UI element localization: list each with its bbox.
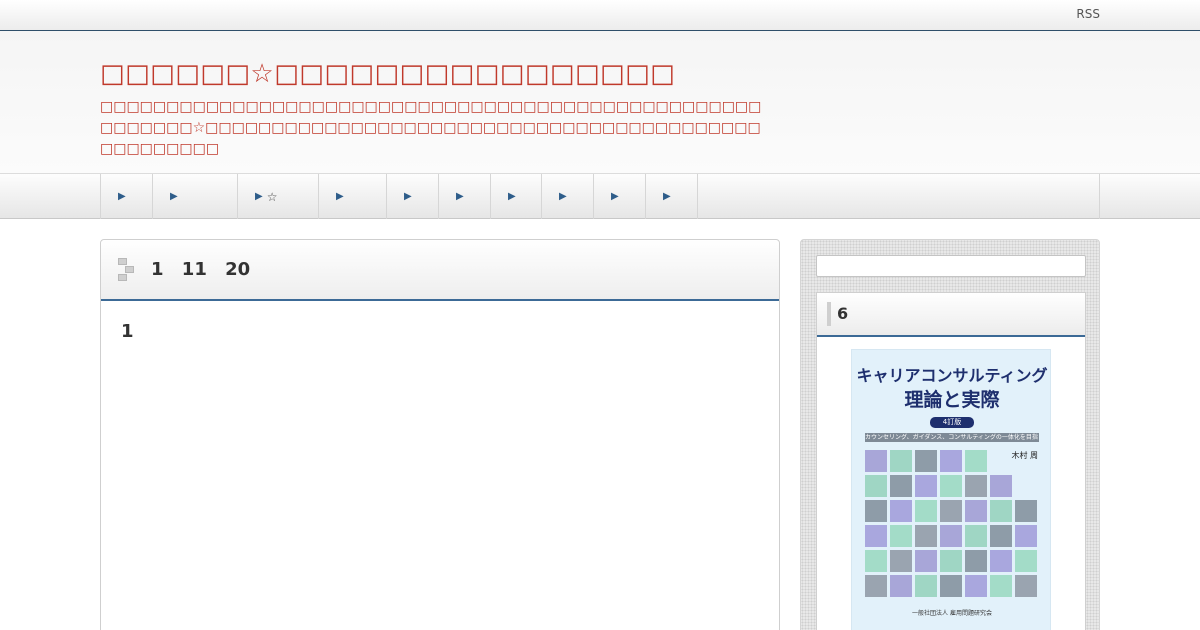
nav-item-1[interactable]: ▶ bbox=[101, 174, 153, 219]
cover-tile bbox=[915, 575, 937, 597]
post-body: 1 bbox=[101, 301, 779, 362]
cover-tile bbox=[965, 500, 987, 522]
book-title: キャリアコンサルティング 理論と実際 bbox=[852, 364, 1052, 412]
cover-tile bbox=[915, 525, 937, 547]
cover-tile bbox=[965, 525, 987, 547]
nav-divider bbox=[1099, 174, 1100, 219]
search-input[interactable] bbox=[816, 255, 1086, 277]
nav-menu: ▶ ▶ ▶ ☆ ▶ ▶ ▶ ▶ ▶ ▶ ▶ bbox=[100, 174, 698, 219]
nav-arrow-icon: ▶ bbox=[336, 191, 344, 202]
cover-tile bbox=[940, 500, 962, 522]
cover-tile bbox=[965, 550, 987, 572]
nav-arrow-icon: ▶ bbox=[456, 191, 464, 202]
cover-tile bbox=[915, 550, 937, 572]
post-header: 1 11 20 bbox=[101, 240, 779, 301]
nav-item-9[interactable]: ▶ bbox=[594, 174, 646, 219]
post-icon bbox=[117, 258, 135, 282]
sidebar: 6 キャリアコンサルティング 理論と実際 4訂版 カウンセリング、ガイダンス、コ… bbox=[800, 239, 1100, 630]
cover-tile bbox=[915, 475, 937, 497]
cover-tile bbox=[965, 450, 987, 472]
widget-header: 6 bbox=[817, 293, 1085, 337]
nav-arrow-icon: ▶ bbox=[118, 191, 126, 202]
nav-item-2[interactable]: ▶ bbox=[153, 174, 238, 219]
cover-tile bbox=[940, 575, 962, 597]
post-heading: 1 bbox=[121, 321, 134, 342]
cover-tile bbox=[940, 450, 962, 472]
cover-tile bbox=[915, 450, 937, 472]
book-cover-pattern bbox=[865, 450, 1041, 600]
widget-title: 6 bbox=[837, 304, 849, 323]
cover-tile bbox=[890, 575, 912, 597]
nav-item-6[interactable]: ▶ bbox=[439, 174, 491, 219]
cover-tile bbox=[1015, 550, 1037, 572]
cover-tile bbox=[940, 525, 962, 547]
cover-tile bbox=[990, 525, 1012, 547]
cover-tile bbox=[1015, 500, 1037, 522]
cover-tile bbox=[865, 575, 887, 597]
nav-arrow-icon: ▶ bbox=[508, 191, 516, 202]
cover-tile bbox=[890, 450, 912, 472]
cover-tile bbox=[865, 525, 887, 547]
cover-tile bbox=[865, 500, 887, 522]
cover-tile bbox=[890, 475, 912, 497]
book-edition-badge: 4訂版 bbox=[930, 417, 974, 428]
nav-arrow-icon: ▶ bbox=[611, 191, 619, 202]
cover-tile bbox=[890, 500, 912, 522]
nav-arrow-icon: ▶ bbox=[255, 191, 263, 202]
nav-item-8[interactable]: ▶ bbox=[542, 174, 594, 219]
widget-header-bar bbox=[827, 302, 831, 326]
nav-item-7[interactable]: ▶ bbox=[491, 174, 542, 219]
rss-link[interactable]: RSS bbox=[1076, 7, 1100, 21]
cover-tile bbox=[1015, 525, 1037, 547]
cover-tile bbox=[890, 550, 912, 572]
nav-item-10[interactable]: ▶ bbox=[646, 174, 698, 219]
main-content: 1 11 20 1 bbox=[100, 239, 780, 630]
book-widget: 6 キャリアコンサルティング 理論と実際 4訂版 カウンセリング、ガイダンス、コ… bbox=[816, 292, 1086, 630]
cover-tile bbox=[865, 550, 887, 572]
cover-tile bbox=[965, 475, 987, 497]
site-header: □□□□□□☆□□□□□□□□□□□□□□□□ □□□□□□□□□□□□□□□□… bbox=[0, 31, 1200, 173]
book-subtitle: カウンセリング、ガイダンス、コンサルティングの一体化を目指して bbox=[865, 433, 1039, 442]
cover-tile bbox=[990, 575, 1012, 597]
book-cover-image[interactable]: キャリアコンサルティング 理論と実際 4訂版 カウンセリング、ガイダンス、コンサ… bbox=[851, 349, 1051, 630]
book-publisher: 一般社団法人 雇用問題研究会 bbox=[912, 610, 992, 617]
cover-tile bbox=[915, 500, 937, 522]
nav-item-5[interactable]: ▶ bbox=[387, 174, 439, 219]
nav-item-label: ☆ bbox=[266, 189, 278, 204]
cover-tile bbox=[865, 475, 887, 497]
cover-tile bbox=[965, 575, 987, 597]
cover-tile bbox=[890, 525, 912, 547]
book-title-line1: キャリアコンサルティング bbox=[856, 366, 1048, 385]
nav-arrow-icon: ▶ bbox=[404, 191, 412, 202]
site-title[interactable]: □□□□□□☆□□□□□□□□□□□□□□□□ bbox=[100, 59, 675, 89]
top-bar: RSS bbox=[0, 0, 1200, 31]
cover-tile bbox=[865, 450, 887, 472]
nav-item-3[interactable]: ▶ ☆ bbox=[238, 174, 319, 219]
post-title[interactable]: 1 11 20 bbox=[151, 259, 250, 280]
book-title-line2: 理論と実際 bbox=[904, 389, 1000, 411]
cover-tile bbox=[990, 475, 1012, 497]
nav-arrow-icon: ▶ bbox=[663, 191, 671, 202]
site-description: □□□□□□□□□□□□□□□□□□□□□□□□□□□□□□□□□□□□□□□□… bbox=[100, 99, 762, 157]
nav-arrow-icon: ▶ bbox=[170, 191, 178, 202]
cover-tile bbox=[940, 475, 962, 497]
cover-tile bbox=[990, 500, 1012, 522]
cover-tile bbox=[940, 550, 962, 572]
main-nav: ▶ ▶ ▶ ☆ ▶ ▶ ▶ ▶ ▶ ▶ ▶ bbox=[0, 173, 1200, 219]
nav-item-4[interactable]: ▶ bbox=[319, 174, 387, 219]
cover-tile bbox=[1015, 575, 1037, 597]
nav-arrow-icon: ▶ bbox=[559, 191, 567, 202]
cover-tile bbox=[990, 550, 1012, 572]
